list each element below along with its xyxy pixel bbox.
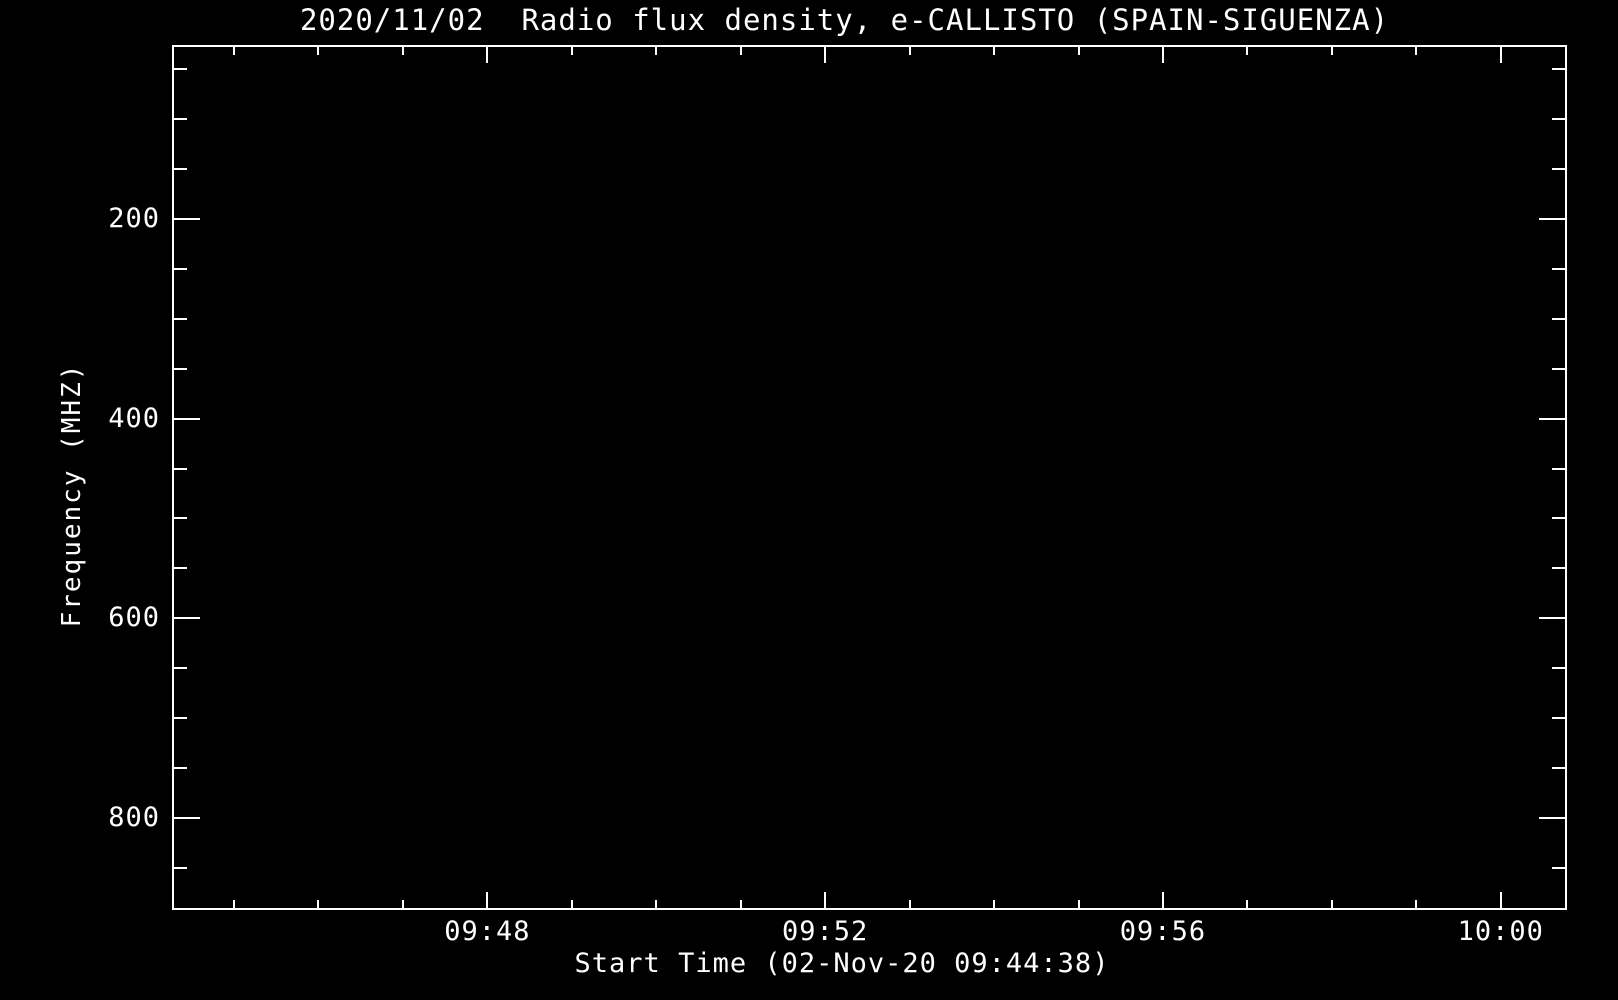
y-axis-title: Frequency (MHZ) — [57, 362, 87, 628]
y-tick-label: 400 — [108, 402, 160, 434]
y-tick — [1552, 368, 1565, 370]
x-tick-label: 09:52 — [782, 916, 869, 947]
x-tick — [1331, 47, 1333, 55]
y-tick-label: 600 — [108, 602, 160, 634]
y-tick — [1552, 517, 1565, 519]
y-tick — [174, 617, 200, 619]
x-tick — [1162, 892, 1164, 908]
y-tick — [174, 368, 187, 370]
y-tick — [1539, 418, 1565, 420]
x-tick — [993, 47, 995, 55]
y-tick — [174, 418, 200, 420]
y-tick — [174, 717, 187, 719]
x-tick — [740, 900, 742, 908]
y-tick — [174, 268, 187, 270]
x-tick — [317, 47, 319, 55]
x-tick — [993, 900, 995, 908]
x-tick — [233, 47, 235, 55]
y-tick — [174, 68, 187, 70]
x-tick — [1078, 47, 1080, 55]
x-tick — [1331, 900, 1333, 908]
x-tick — [317, 900, 319, 908]
x-tick — [740, 47, 742, 55]
plot-frame — [172, 45, 1567, 910]
x-tick — [486, 47, 488, 63]
x-tick — [1415, 47, 1417, 55]
x-tick — [909, 47, 911, 55]
y-tick — [174, 118, 187, 120]
y-tick — [1552, 767, 1565, 769]
x-tick-label: 10:00 — [1457, 916, 1544, 947]
y-tick — [174, 667, 187, 669]
y-tick — [1552, 168, 1565, 170]
x-tick — [571, 47, 573, 55]
x-tick — [1246, 47, 1248, 55]
x-tick-label: 09:48 — [444, 916, 531, 947]
y-tick — [174, 517, 187, 519]
y-tick — [174, 218, 200, 220]
x-axis-title: Start Time (02-Nov-20 09:44:38) — [574, 948, 1110, 979]
y-tick — [1552, 118, 1565, 120]
y-tick — [174, 567, 187, 569]
x-tick — [824, 892, 826, 908]
x-tick — [655, 900, 657, 908]
y-tick — [1552, 68, 1565, 70]
x-tick — [1246, 900, 1248, 908]
y-tick — [1552, 867, 1565, 869]
x-tick — [402, 900, 404, 908]
x-tick — [1500, 47, 1502, 63]
x-tick — [655, 47, 657, 55]
y-tick — [1552, 717, 1565, 719]
x-tick — [1500, 892, 1502, 908]
y-tick — [1552, 567, 1565, 569]
y-tick — [174, 168, 187, 170]
x-tick — [402, 47, 404, 55]
x-tick — [486, 892, 488, 908]
x-tick — [1415, 900, 1417, 908]
x-tick — [571, 900, 573, 908]
y-tick-label: 200 — [108, 202, 160, 234]
x-tick — [233, 900, 235, 908]
x-tick — [909, 900, 911, 908]
y-tick — [1539, 617, 1565, 619]
y-tick — [1539, 218, 1565, 220]
y-tick — [174, 318, 187, 320]
y-tick — [174, 817, 200, 819]
y-tick — [1552, 318, 1565, 320]
y-tick-label: 800 — [108, 802, 160, 834]
y-tick — [1552, 268, 1565, 270]
x-tick — [1078, 900, 1080, 908]
y-tick — [174, 867, 187, 869]
y-tick — [174, 767, 187, 769]
y-tick — [174, 468, 187, 470]
spectrogram-figure: 2020/11/02 Radio flux density, e-CALLIST… — [0, 0, 1618, 1000]
chart-title: 2020/11/02 Radio flux density, e-CALLIST… — [299, 3, 1390, 37]
y-tick — [1552, 468, 1565, 470]
y-tick — [1539, 817, 1565, 819]
x-tick-label: 09:56 — [1119, 916, 1207, 947]
x-tick — [1162, 47, 1164, 63]
x-tick — [824, 47, 826, 63]
y-tick — [1552, 667, 1565, 669]
